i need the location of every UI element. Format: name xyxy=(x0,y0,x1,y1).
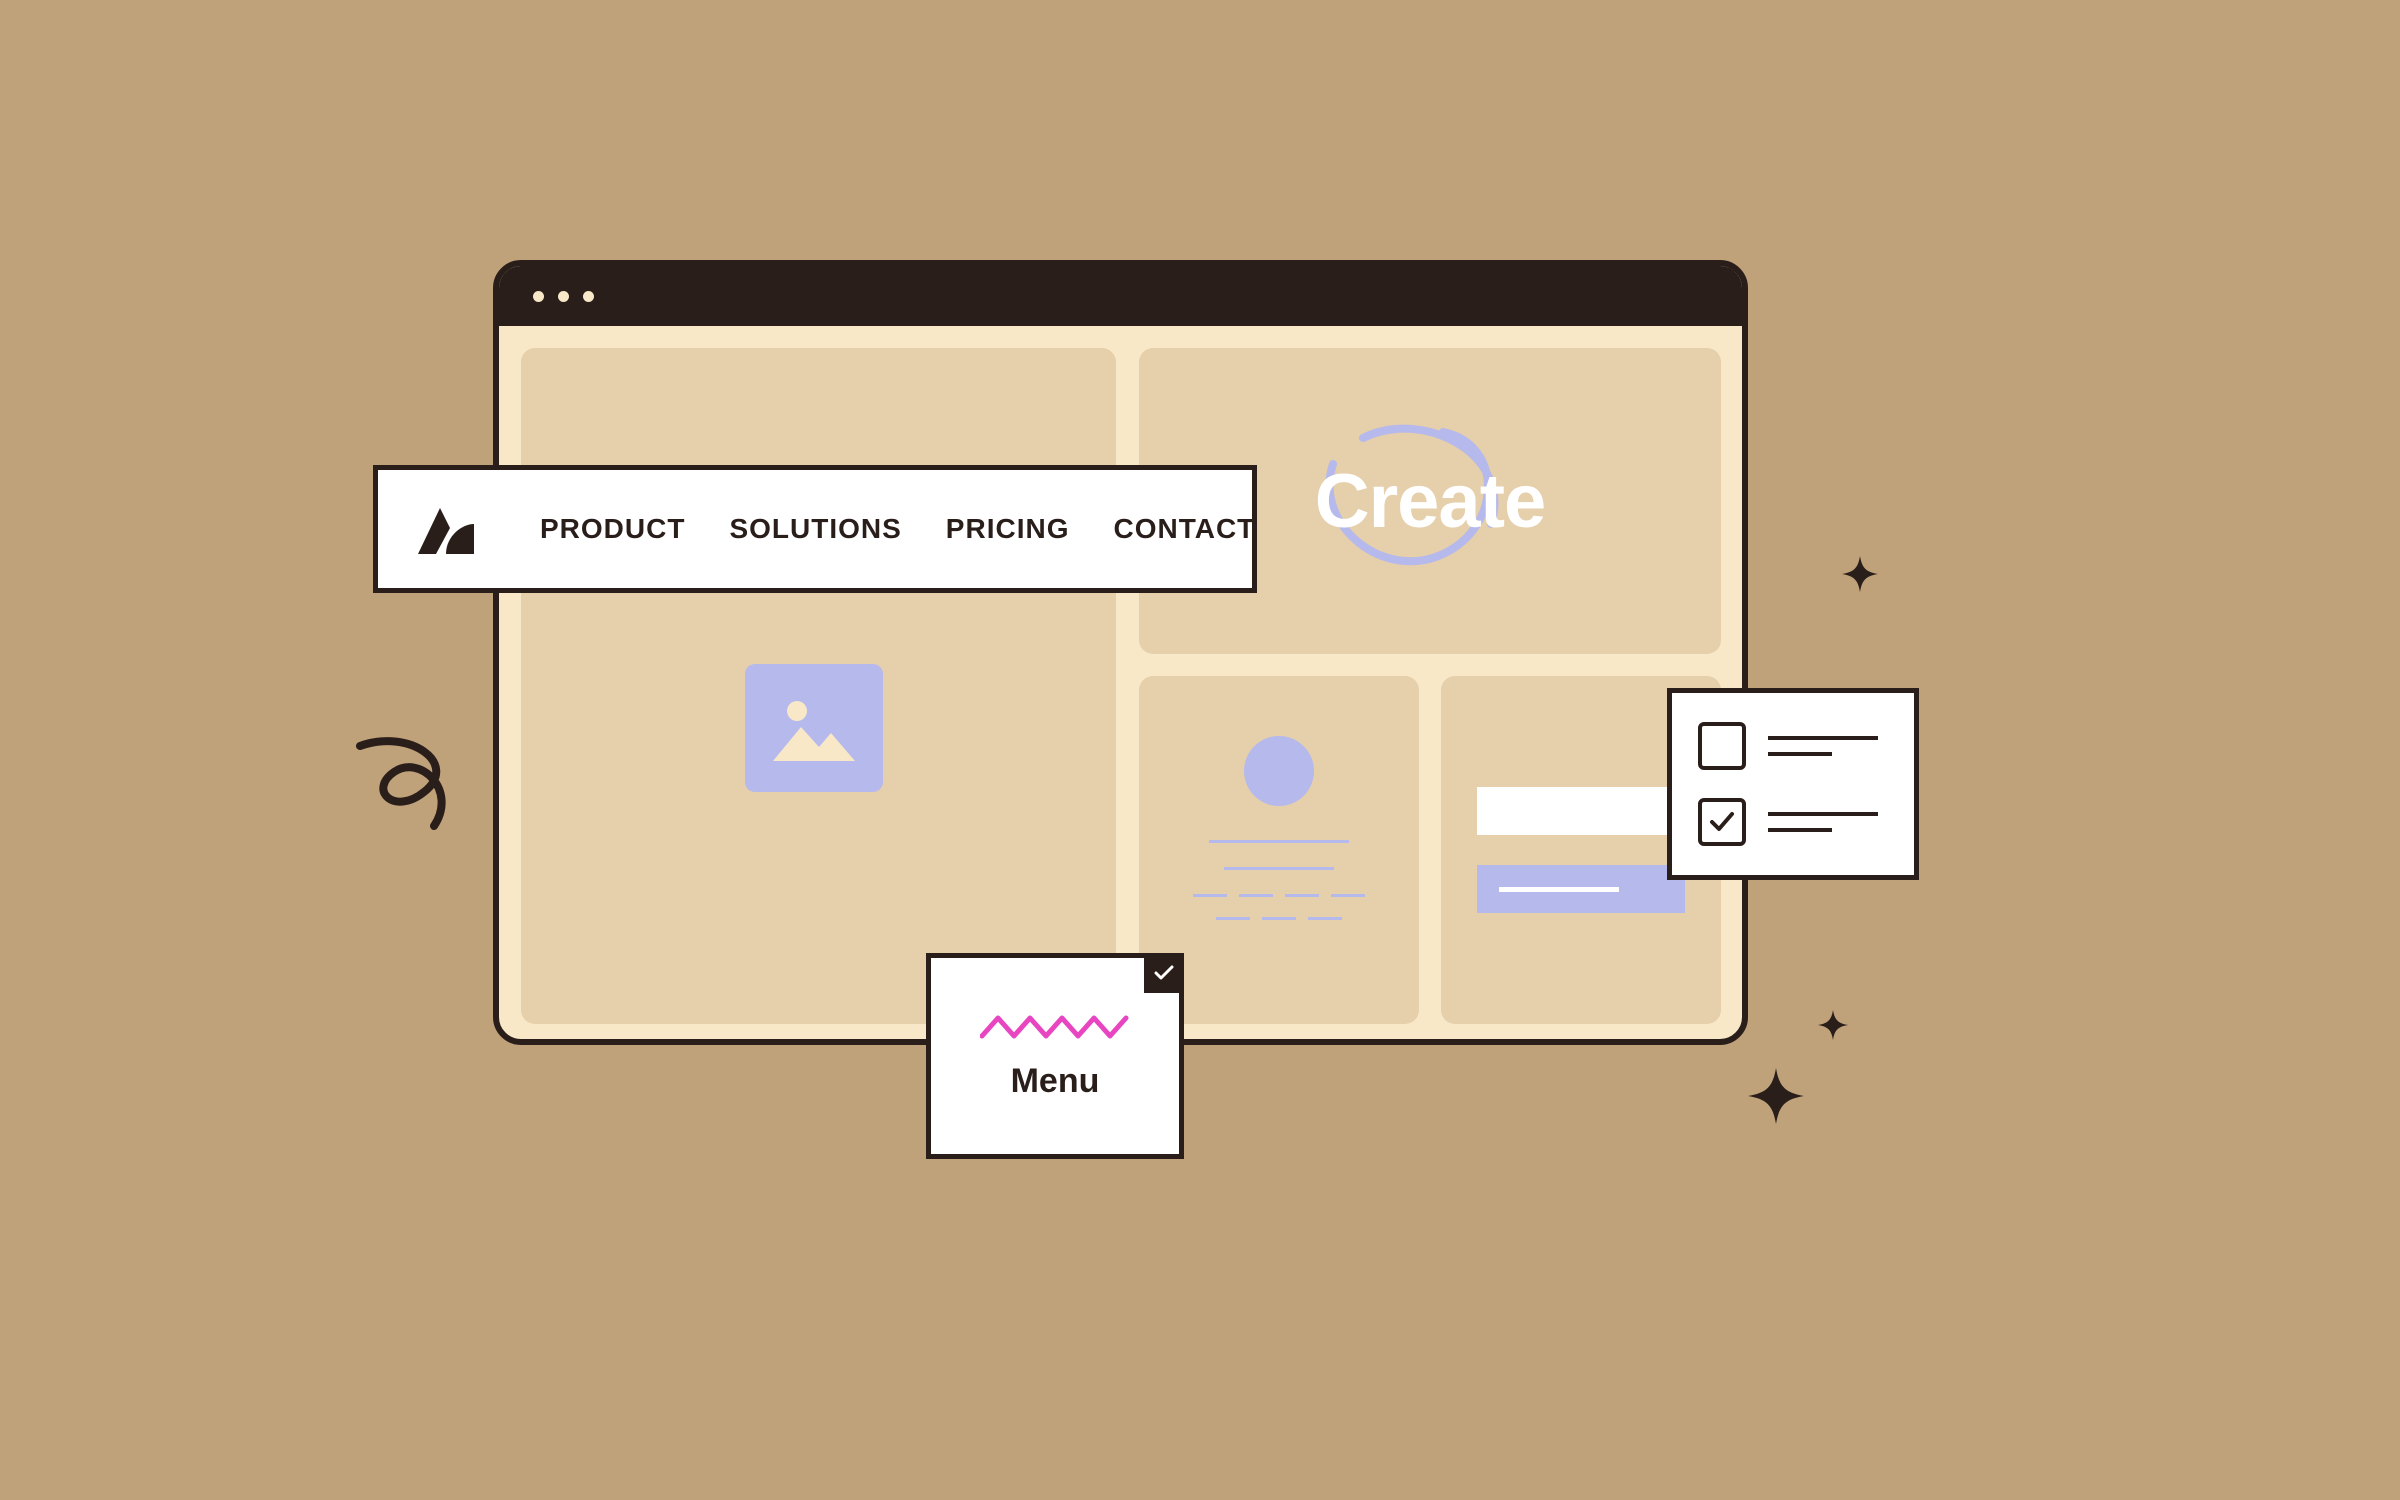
nav-link-solutions[interactable]: SOLUTIONS xyxy=(729,513,901,545)
checkmark-badge-icon xyxy=(1144,953,1184,993)
nav-link-contact[interactable]: CONTACT xyxy=(1113,513,1255,545)
checkbox-unchecked-icon[interactable] xyxy=(1698,722,1746,770)
placeholder-line xyxy=(1209,840,1349,843)
top-nav: PRODUCT SOLUTIONS PRICING CONTACT xyxy=(373,465,1257,593)
menu-card-label: Menu xyxy=(1011,1062,1100,1101)
image-placeholder-icon xyxy=(745,664,883,792)
placeholder-line xyxy=(1224,867,1334,870)
placeholder-dashes xyxy=(1193,894,1365,897)
text-field[interactable] xyxy=(1477,787,1685,835)
canvas-grid: Create xyxy=(499,326,1742,1039)
sparkle-icon xyxy=(1842,556,1878,592)
avatar-icon xyxy=(1244,736,1314,806)
cta-button[interactable] xyxy=(1477,865,1685,913)
squiggle-doodle-icon xyxy=(350,734,470,844)
placeholder-dashes xyxy=(1216,917,1342,920)
list-item[interactable] xyxy=(1698,722,1888,770)
panel-left xyxy=(521,348,1116,1024)
placeholder-lines xyxy=(1768,812,1888,832)
checkbox-checked-icon[interactable] xyxy=(1698,798,1746,846)
zigzag-icon xyxy=(980,1012,1130,1042)
menu-card[interactable]: Menu xyxy=(926,953,1184,1159)
browser-window: Create xyxy=(493,260,1748,1045)
brand-logo-icon[interactable] xyxy=(416,498,476,560)
checklist-card xyxy=(1667,688,1919,880)
nav-link-pricing[interactable]: PRICING xyxy=(946,513,1070,545)
traffic-light-icon[interactable] xyxy=(533,291,544,302)
list-item[interactable] xyxy=(1698,798,1888,846)
placeholder-lines xyxy=(1768,736,1888,756)
traffic-light-icon[interactable] xyxy=(583,291,594,302)
sparkle-icon xyxy=(1748,1068,1804,1124)
window-titlebar xyxy=(499,266,1742,326)
nav-link-product[interactable]: PRODUCT xyxy=(540,513,685,545)
traffic-light-icon[interactable] xyxy=(558,291,569,302)
hero-word: Create xyxy=(1315,458,1546,545)
sparkle-icon xyxy=(1818,1010,1848,1040)
